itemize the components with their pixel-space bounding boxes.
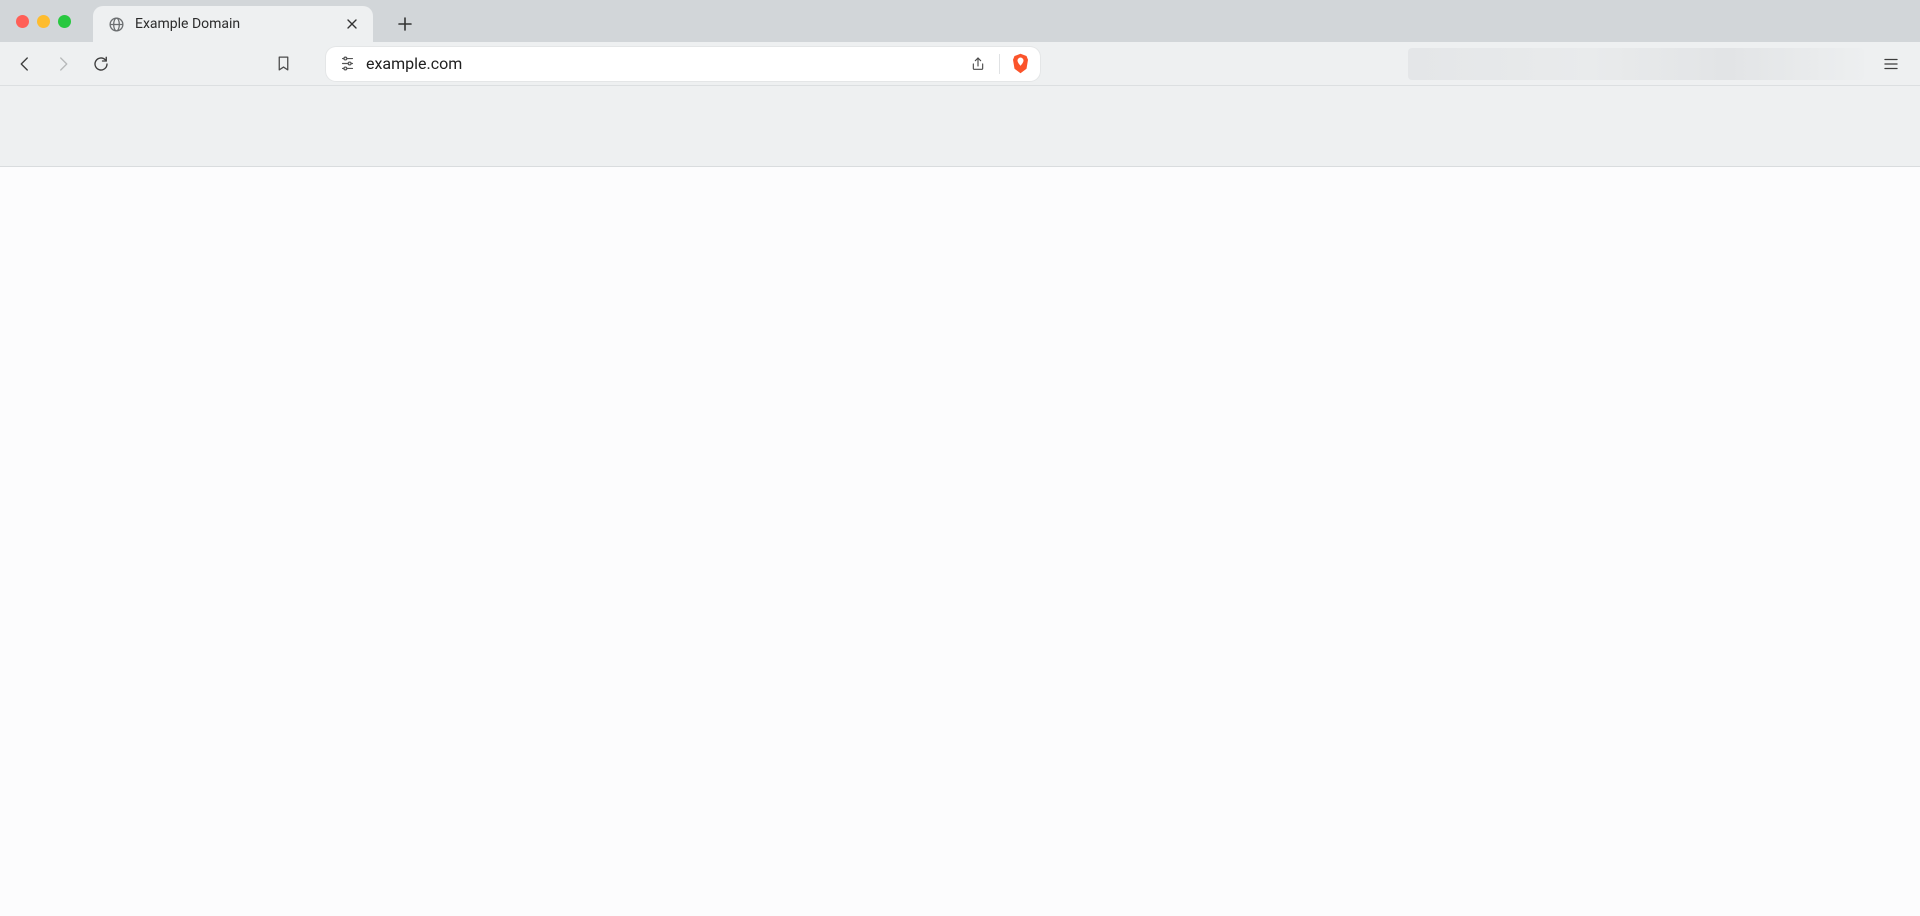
window-maximize-button[interactable] xyxy=(58,15,71,28)
app-menu-button[interactable] xyxy=(1874,47,1908,81)
tab-close-button[interactable] xyxy=(343,15,361,33)
extensions-area[interactable] xyxy=(1408,48,1864,80)
reload-button[interactable] xyxy=(84,47,118,81)
globe-icon xyxy=(107,15,125,33)
brave-shield-icon[interactable] xyxy=(1010,54,1030,74)
address-bar[interactable]: example.com xyxy=(326,47,1040,81)
toolbar-right-cluster xyxy=(1408,47,1912,81)
tab-strip: Example Domain xyxy=(0,0,1920,42)
window-minimize-button[interactable] xyxy=(37,15,50,28)
bookmarks-bar xyxy=(0,86,1920,167)
url-text[interactable]: example.com xyxy=(366,54,957,73)
forward-button[interactable] xyxy=(46,47,80,81)
page-content xyxy=(0,167,1920,916)
site-settings-icon[interactable] xyxy=(338,55,356,73)
tab-title: Example Domain xyxy=(135,16,333,32)
browser-tab[interactable]: Example Domain xyxy=(93,6,373,42)
address-bar-divider xyxy=(999,54,1000,74)
window-close-button[interactable] xyxy=(16,15,29,28)
back-button[interactable] xyxy=(8,47,42,81)
bookmark-button[interactable] xyxy=(266,47,300,81)
window-controls xyxy=(10,0,79,42)
toolbar: example.com xyxy=(0,42,1920,86)
share-button[interactable] xyxy=(967,53,989,75)
new-tab-button[interactable] xyxy=(389,8,421,40)
address-bar-container: example.com xyxy=(326,47,1040,81)
